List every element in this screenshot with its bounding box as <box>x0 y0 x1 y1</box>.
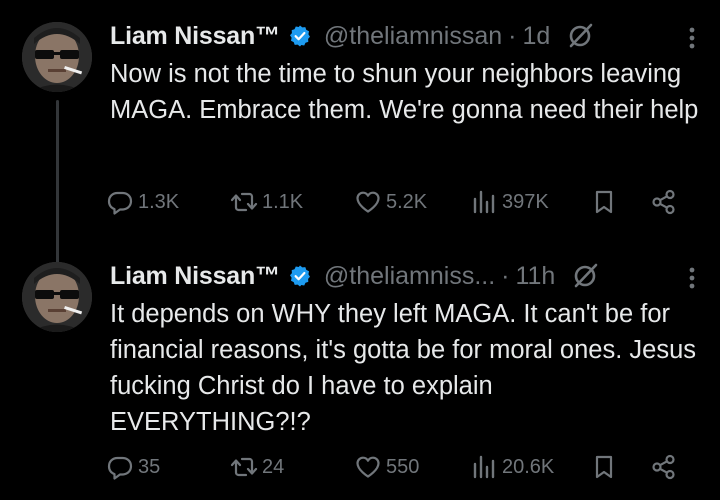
like-button[interactable]: 5.2K <box>354 185 427 219</box>
reply-icon <box>107 191 133 215</box>
tweet-header: Liam Nissan™ @theliamniss... · 11h <box>110 259 599 293</box>
tweet-thread: Liam Nissan™ @theliamnissan · 1d Now is … <box>0 0 720 500</box>
views-icon <box>473 455 495 479</box>
verified-badge-icon <box>288 24 312 48</box>
views-icon <box>473 190 495 214</box>
views-count: 20.6K <box>502 455 555 478</box>
like-button[interactable]: 550 <box>354 450 419 484</box>
separator-dot: · <box>508 21 517 50</box>
share-icon <box>652 189 675 215</box>
repost-icon <box>230 457 258 477</box>
bookmark-icon <box>595 455 613 479</box>
views-count: 397K <box>502 190 549 213</box>
tweet[interactable]: Liam Nissan™ @theliamnissan · 1d Now is … <box>0 0 720 270</box>
display-name[interactable]: Liam Nissan™ <box>110 22 280 51</box>
reply-icon <box>107 456 133 480</box>
tweet-header: Liam Nissan™ @theliamnissan · 1d <box>110 19 594 53</box>
like-count: 550 <box>386 455 420 478</box>
timestamp[interactable]: 11h <box>515 262 555 291</box>
action-bar: 35 24 550 20.6K <box>106 450 696 484</box>
repost-count: 24 <box>262 455 285 478</box>
repost-button[interactable]: 1.1K <box>230 185 303 219</box>
handle[interactable]: @theliamniss... <box>324 262 495 291</box>
avatar-photo <box>22 22 92 92</box>
grok-icon[interactable] <box>571 262 599 290</box>
like-count: 5.2K <box>386 190 428 213</box>
avatar[interactable] <box>22 262 92 332</box>
views-button[interactable]: 397K <box>470 185 549 219</box>
reply-count: 35 <box>138 455 161 478</box>
separator-dot: · <box>501 261 510 290</box>
more-options-icon[interactable] <box>686 24 698 52</box>
repost-icon <box>230 192 258 212</box>
bookmark-button[interactable] <box>590 185 618 219</box>
reply-button[interactable]: 1.3K <box>106 185 179 219</box>
handle[interactable]: @theliamnissan <box>324 22 502 51</box>
like-icon <box>356 191 380 213</box>
more-options-icon[interactable] <box>686 264 698 292</box>
avatar-photo <box>22 262 92 332</box>
bookmark-icon <box>595 190 613 214</box>
repost-count: 1.1K <box>262 190 304 213</box>
like-icon <box>356 456 380 478</box>
views-button[interactable]: 20.6K <box>470 450 554 484</box>
grok-icon[interactable] <box>566 22 594 50</box>
tweet-text: It depends on WHY they left MAGA. It can… <box>110 300 697 436</box>
tweet[interactable]: Liam Nissan™ @theliamniss... · 11h It de… <box>0 240 720 500</box>
reply-count: 1.3K <box>138 190 180 213</box>
bookmark-button[interactable] <box>590 450 618 484</box>
share-button[interactable] <box>650 450 678 484</box>
timestamp[interactable]: 1d <box>522 22 550 51</box>
tweet-text: Now is not the time to shun your neighbo… <box>110 60 699 124</box>
action-bar: 1.3K 1.1K 5.2K 397K <box>106 185 696 219</box>
repost-button[interactable]: 24 <box>230 450 284 484</box>
share-button[interactable] <box>650 185 678 219</box>
reply-button[interactable]: 35 <box>106 450 160 484</box>
share-icon <box>652 454 675 480</box>
avatar[interactable] <box>22 22 92 92</box>
verified-badge-icon <box>288 264 312 288</box>
display-name[interactable]: Liam Nissan™ <box>110 262 280 291</box>
